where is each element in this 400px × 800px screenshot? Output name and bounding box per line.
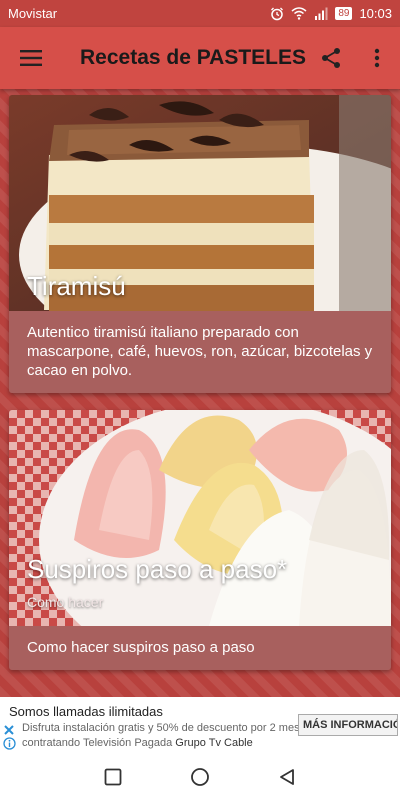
clock: 10:03 xyxy=(359,6,392,21)
recipe-description: Como hacer suspiros paso a paso xyxy=(9,626,391,670)
overflow-menu-button[interactable] xyxy=(354,27,400,89)
nav-recents-icon[interactable] xyxy=(104,768,122,786)
menu-button[interactable] xyxy=(0,27,62,89)
share-icon xyxy=(322,48,340,68)
nav-home-icon[interactable] xyxy=(190,767,210,787)
recipe-image-suspiros: Suspiros paso a paso* Como hacer xyxy=(9,410,391,626)
recipe-title: Suspiros paso a paso* xyxy=(27,554,288,584)
battery-icon: 89 xyxy=(335,7,353,20)
recipe-title: Tiramisú xyxy=(27,271,126,301)
ad-description: Disfruta instalación gratis y 50% de des… xyxy=(22,721,302,751)
status-bar: Movistar 89 10:03 xyxy=(0,0,400,27)
ad-line1: Disfruta instalación gratis y 50% de des… xyxy=(22,722,302,734)
recipe-description: Autentico tiramisú italiano preparado co… xyxy=(9,311,391,393)
alarm-icon xyxy=(271,7,284,20)
ad-banner[interactable]: Somos llamadas ilimitadas Disfruta insta… xyxy=(0,697,400,753)
recipe-card-suspiros[interactable]: Suspiros paso a paso* Como hacer Como ha… xyxy=(9,410,391,670)
app-title: Recetas de PASTELES xyxy=(80,46,307,69)
ad-brand: Grupo Tv Cable xyxy=(175,737,253,749)
menu-icon xyxy=(20,50,42,66)
recipe-card-tiramisu[interactable]: Tiramisú Autentico tiramisú italiano pre… xyxy=(9,95,391,393)
ad-title: Somos llamadas ilimitadas xyxy=(9,704,163,719)
recipe-image-tiramisu: Tiramisú xyxy=(9,95,391,311)
app-bar: Recetas de PASTELES xyxy=(0,27,400,89)
ad-more-info-button[interactable]: MÁS INFORMACIÓN xyxy=(298,714,398,736)
ad-line2: contratando Televisión Pagada Grupo Tv C… xyxy=(22,736,302,751)
signal-icon xyxy=(315,7,328,20)
ad-line2-prefix: contratando Televisión Pagada xyxy=(22,737,176,749)
system-nav-bar xyxy=(0,753,400,800)
carrier-name: Movistar xyxy=(8,6,58,21)
recipe-subtitle: Como hacer xyxy=(27,594,104,610)
status-icons: 89 10:03 xyxy=(270,6,392,21)
ad-info-icon[interactable] xyxy=(3,737,16,750)
nav-back-icon[interactable] xyxy=(278,768,296,786)
more-vert-icon xyxy=(374,48,380,68)
share-button[interactable] xyxy=(308,27,354,89)
wifi-icon xyxy=(291,7,307,20)
recipe-list[interactable]: Tiramisú Autentico tiramisú italiano pre… xyxy=(0,89,400,697)
ad-close-icon[interactable] xyxy=(3,724,15,736)
